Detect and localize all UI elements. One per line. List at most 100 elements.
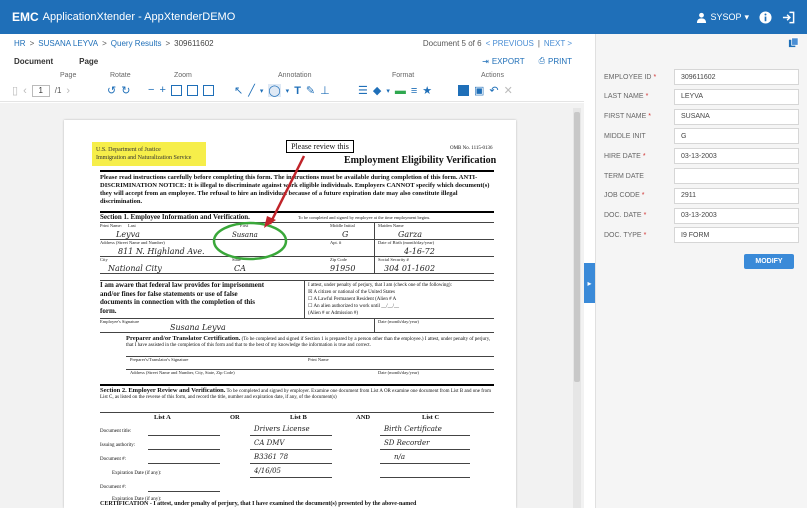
chevron-right-icon: > bbox=[29, 38, 35, 48]
field-label: JOB CODE bbox=[604, 192, 640, 200]
required-marker: * bbox=[643, 231, 647, 239]
brand-logo: EMC bbox=[12, 10, 39, 24]
user-name: SYSOP bbox=[710, 12, 742, 22]
export-button[interactable]: ⇥ EXPORT bbox=[482, 56, 524, 66]
field-label-wrap: EMPLOYEE ID * bbox=[604, 74, 674, 81]
group-label-rotate: Rotate bbox=[110, 72, 131, 79]
image-icon[interactable] bbox=[458, 85, 469, 96]
text-tool-icon[interactable]: T bbox=[294, 85, 301, 97]
breadcrumb-item-results[interactable]: Query Results bbox=[111, 39, 162, 48]
group-label-zoom: Zoom bbox=[174, 72, 192, 79]
ellipse-tool-icon[interactable]: ◯ bbox=[268, 84, 281, 97]
export-icon: ⇥ bbox=[482, 56, 489, 66]
dropdown-icon[interactable]: ▾ bbox=[286, 87, 290, 95]
field-value-input[interactable]: 309611602 bbox=[674, 69, 799, 85]
field-value-input[interactable]: 03-13-2003 bbox=[674, 148, 799, 165]
dropdown-icon[interactable]: ▾ bbox=[386, 87, 390, 95]
field-label-wrap: MIDDLE INIT bbox=[604, 133, 674, 140]
ellipse-annotation[interactable] bbox=[212, 221, 288, 261]
field-label: FIRST NAME bbox=[604, 113, 647, 121]
info-icon[interactable] bbox=[759, 10, 772, 24]
field-label: EMPLOYEE ID bbox=[604, 73, 652, 81]
field-doc-date: DOC. DATE * 03-13-2003 bbox=[604, 206, 800, 226]
thumbnails-icon[interactable]: ▯ bbox=[12, 84, 18, 97]
field-label: DOC. DATE bbox=[604, 212, 642, 220]
field-value-input[interactable]: 03-13-2003 bbox=[674, 207, 799, 224]
previous-doc-link[interactable]: < PREVIOUS bbox=[486, 39, 534, 48]
star-icon[interactable]: ★ bbox=[422, 84, 432, 97]
breadcrumb-item-name[interactable]: SUSANA LEYVA bbox=[38, 39, 98, 48]
field-middle-init: MIDDLE INIT G bbox=[604, 126, 800, 146]
highlight-color-icon[interactable]: ▬ bbox=[395, 85, 406, 97]
first-page-icon[interactable]: ‹ bbox=[23, 85, 27, 97]
zoom-out-icon[interactable]: − bbox=[148, 84, 154, 96]
breadcrumb-item-hr[interactable]: HR bbox=[14, 39, 26, 48]
copy-icon[interactable] bbox=[788, 37, 799, 51]
field-term-date: TERM DATE bbox=[604, 166, 800, 186]
pen-tool-icon[interactable]: ✎ bbox=[306, 84, 315, 97]
fill-color-icon[interactable]: ◆ bbox=[373, 84, 381, 97]
document-page: U.S. Department of Justice Immigration a… bbox=[64, 120, 516, 508]
zoom-tools: − + bbox=[148, 84, 214, 96]
field-label-wrap: DOC. DATE * bbox=[604, 212, 674, 219]
tab-page[interactable]: Page bbox=[79, 57, 98, 66]
select-pointer-icon[interactable]: ↖ bbox=[234, 84, 243, 97]
app-header: EMC ApplicationXtender - AppXtenderDEMO … bbox=[0, 0, 807, 34]
page-tools: ▯ ‹ 1 /1 › bbox=[12, 84, 70, 97]
field-value-input[interactable]: SUSANA bbox=[674, 108, 799, 125]
line-weight-icon[interactable]: ≡ bbox=[411, 85, 417, 97]
field-value-input[interactable]: I9 FORM bbox=[674, 227, 799, 244]
line-style-icon[interactable]: ☰ bbox=[358, 84, 368, 97]
doc-position: Document 5 of 6 bbox=[422, 38, 482, 48]
arrow-annotation[interactable] bbox=[268, 155, 306, 225]
print-button[interactable]: ⎙ PRINT bbox=[539, 56, 572, 66]
next-doc-link[interactable]: NEXT > bbox=[544, 39, 572, 48]
field-job-code: JOB CODE * 2911 bbox=[604, 186, 800, 206]
page-number-input[interactable]: 1 bbox=[31, 84, 50, 97]
field-value-input[interactable] bbox=[674, 168, 799, 184]
field-doc-type: DOC. TYPE * I9 FORM bbox=[604, 225, 800, 245]
modify-button[interactable]: MODIFY bbox=[744, 254, 794, 269]
scrollbar-thumb[interactable] bbox=[574, 112, 580, 382]
index-panel: EMPLOYEE ID * 309611602 LAST NAME * LEYVA FI… bbox=[595, 34, 807, 508]
chevron-right-icon: > bbox=[165, 38, 171, 48]
field-label: LAST NAME bbox=[604, 93, 644, 101]
logout-icon[interactable] bbox=[782, 11, 795, 24]
field-employee-id: EMPLOYEE ID * 309611602 bbox=[604, 67, 800, 87]
brand: EMC ApplicationXtender - AppXtenderDEMO bbox=[12, 10, 235, 24]
group-label-annotation: Annotation bbox=[278, 72, 312, 79]
fit-width-icon[interactable] bbox=[170, 84, 182, 96]
field-first-name: FIRST NAME * SUSANA bbox=[604, 107, 800, 127]
view-tabs: Document Page ⇥ EXPORT ⎙ PRINT bbox=[0, 52, 584, 70]
field-label: DOC. TYPE bbox=[604, 231, 642, 239]
group-label-page: Page bbox=[60, 72, 77, 79]
rotate-left-icon[interactable]: ↺ bbox=[107, 84, 116, 97]
page-total: /1 bbox=[54, 86, 62, 95]
actual-size-icon[interactable] bbox=[202, 84, 214, 96]
line-tool-icon[interactable]: ╱ bbox=[248, 84, 255, 97]
print-icon: ⎙ bbox=[538, 56, 545, 65]
format-tools: ☰ ◆ ▾ ▬ ≡ ★ bbox=[358, 84, 432, 98]
group-label-actions: Actions bbox=[481, 72, 504, 79]
tab-document[interactable]: Document bbox=[14, 57, 53, 66]
required-marker: * bbox=[643, 212, 647, 220]
breadcrumb: HR > SUSANA LEYVA > Query Results > 3096… bbox=[0, 34, 584, 52]
next-page-icon[interactable]: › bbox=[66, 85, 70, 97]
fit-page-icon[interactable] bbox=[186, 84, 198, 96]
user-menu-button[interactable]: SYSOP ▾ bbox=[696, 12, 749, 23]
collapse-panel-button[interactable]: ▸ bbox=[584, 263, 595, 303]
undo-icon[interactable]: ↶ bbox=[489, 84, 498, 97]
delete-icon[interactable]: ✕ bbox=[504, 84, 513, 97]
field-label: TERM DATE bbox=[604, 172, 644, 180]
field-value-input[interactable]: LEYVA bbox=[674, 88, 799, 105]
required-marker: * bbox=[645, 93, 649, 101]
user-icon bbox=[696, 12, 707, 23]
dropdown-icon[interactable]: ▾ bbox=[260, 87, 264, 95]
field-value-input[interactable]: 2911 bbox=[674, 187, 799, 204]
save-icon[interactable]: ▣ bbox=[474, 84, 484, 97]
stamp-tool-icon[interactable]: ⊥ bbox=[320, 84, 330, 97]
field-value-input[interactable]: G bbox=[674, 128, 799, 145]
chevron-down-icon: ▾ bbox=[744, 11, 749, 22]
zoom-in-icon[interactable]: + bbox=[159, 84, 165, 96]
rotate-right-icon[interactable]: ↻ bbox=[121, 84, 130, 97]
